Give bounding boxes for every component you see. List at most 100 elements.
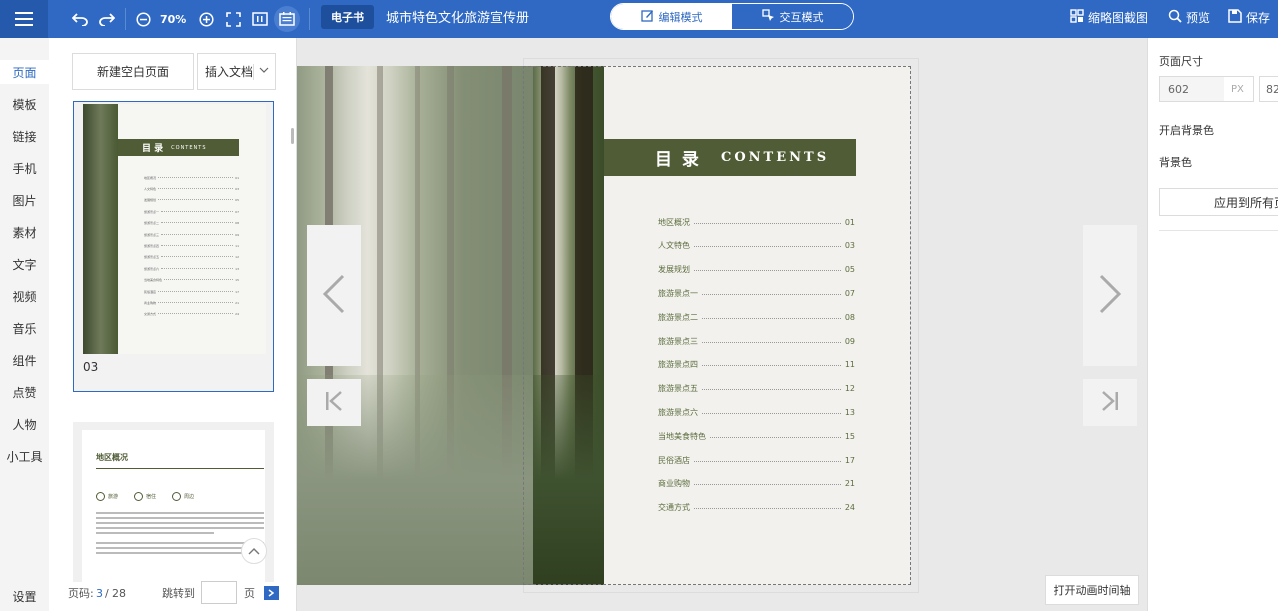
- toc-entry-title: 旅游景点六: [658, 407, 698, 417]
- toc-entry-title: 发展规划: [658, 265, 690, 275]
- chevron-down-icon: [259, 64, 269, 78]
- page-width-input[interactable]: 602 PX: [1159, 76, 1254, 102]
- left-sidebar: 页面 模板 链接 手机 图片 素材 文字 视频 音乐 组件 点赞 人物 小工具 …: [0, 38, 49, 611]
- toc-entry-page: 21: [844, 479, 855, 489]
- sidebar-item-templates[interactable]: 模板: [0, 92, 49, 116]
- thumbnail-toc-page: 17: [235, 289, 239, 294]
- toc-entry-title: 地区概况: [658, 217, 690, 227]
- toc-entry[interactable]: 旅游景点二 08: [658, 311, 855, 323]
- pager-total: 28: [112, 586, 126, 600]
- sidebar-item-phone[interactable]: 手机: [0, 156, 49, 180]
- toc-entry[interactable]: 发展规划 05: [658, 264, 855, 276]
- sidebar-item-components[interactable]: 组件: [0, 348, 49, 372]
- toc-entry-title: 旅游景点一: [658, 288, 698, 298]
- apply-to-all-pages-button[interactable]: 应用到所有页: [1159, 188, 1278, 216]
- jump-label: 跳转到: [162, 587, 195, 600]
- edit-mode-button[interactable]: 编辑模式: [611, 4, 732, 29]
- document-title[interactable]: 城市特色文化旅游宣传册: [386, 8, 529, 26]
- toc-entry-leader: [702, 317, 841, 319]
- sidebar-item-pages[interactable]: 页面: [0, 60, 49, 84]
- bg-color-label: 背景色: [1159, 156, 1192, 169]
- thumbnail-screenshot-button[interactable]: 缩略图截图: [1070, 8, 1148, 26]
- thumbnail-tag: 周边: [172, 492, 194, 501]
- jump-page-input[interactable]: [201, 581, 237, 604]
- toc-entry[interactable]: 旅游景点六 13: [658, 406, 855, 418]
- page-width-unit: PX: [1231, 83, 1244, 95]
- sidebar-item-music[interactable]: 音乐: [0, 316, 49, 340]
- page-thumbnail-03[interactable]: 目 录 CONTENTS 地区概况 01 人文特色 03 发展规划 05 旅游景点一 07 旅游…: [73, 101, 274, 392]
- toc-entry-leader: [702, 293, 841, 295]
- zoom-out-icon[interactable]: [133, 9, 153, 29]
- thumbnail-toc-title: 旅游景点二: [144, 221, 160, 226]
- thumbnail-toc-title: 人文特色: [144, 187, 157, 192]
- thumbnail-heading-cn: 目 录: [142, 144, 164, 154]
- sidebar-item-images[interactable]: 图片: [0, 188, 49, 212]
- thumbnail-toc-entry: 民俗酒店 17: [144, 286, 239, 297]
- interactive-mode-label: 交互模式: [779, 10, 824, 24]
- jump-go-button[interactable]: [264, 586, 279, 600]
- single-page-icon[interactable]: [274, 6, 300, 32]
- toc-entry-leader: [702, 412, 841, 414]
- sidebar-item-people[interactable]: 人物: [0, 412, 49, 436]
- sidebar-item-text[interactable]: 文字: [0, 252, 49, 276]
- insert-document-select[interactable]: 插入文档: [197, 53, 276, 90]
- sidebar-item-links[interactable]: 链接: [0, 124, 49, 148]
- properties-panel: 页面尺寸 602 PX 82 开启背景色 背景色 应用到所有页: [1147, 38, 1278, 611]
- edit-mode-label: 编辑模式: [658, 10, 703, 24]
- open-animation-timeline-button[interactable]: 打开动画时间轴: [1045, 575, 1139, 605]
- first-page-button[interactable]: [307, 379, 361, 426]
- thumbnail-toc-band: 目 录 CONTENTS: [118, 139, 239, 156]
- panel-scrollbar[interactable]: [291, 128, 294, 144]
- page-thumbnail-04[interactable]: 地区概况 旅游 宿住 周边: [73, 422, 274, 582]
- toc-entry-leader: [694, 222, 841, 224]
- thumbnail-tags: 旅游 宿住 周边: [96, 492, 194, 501]
- thumbnail-toc-entry: 人文特色 03: [144, 183, 239, 194]
- new-blank-page-button[interactable]: 新建空白页面: [72, 53, 194, 90]
- thumbnail-toc-leader: [164, 279, 234, 281]
- preview-label: 预览: [1186, 10, 1211, 25]
- contents-heading-band[interactable]: 目 录 CONTENTS: [604, 139, 856, 176]
- sidebar-item-assets[interactable]: 素材: [0, 220, 49, 244]
- toc-entry[interactable]: 交通方式 24: [658, 502, 855, 514]
- fullscreen-icon[interactable]: [223, 9, 243, 29]
- toc-entry-leader: [710, 436, 841, 438]
- hamburger-menu-icon[interactable]: [0, 0, 48, 38]
- contents-heading-en: CONTENTS: [721, 150, 830, 165]
- thumbnail-toc-page: 15: [235, 278, 239, 283]
- toolbar-divider: [309, 8, 310, 30]
- sidebar-item-tools[interactable]: 小工具: [0, 444, 49, 468]
- thumbnail-toc-leader: [161, 233, 234, 235]
- thumbnail-toc-page: 03: [235, 187, 239, 192]
- fit-page-icon[interactable]: [250, 9, 270, 29]
- toc-entry[interactable]: 商业购物 21: [658, 478, 855, 490]
- page-size-label: 页面尺寸: [1159, 55, 1203, 68]
- preview-button[interactable]: 预览: [1168, 8, 1210, 26]
- prev-page-button[interactable]: [307, 225, 361, 366]
- redo-icon[interactable]: [97, 9, 117, 29]
- toc-entry[interactable]: 旅游景点一 07: [658, 287, 855, 299]
- toc-entry[interactable]: 人文特色 03: [658, 240, 855, 252]
- zoom-in-icon[interactable]: [196, 9, 216, 29]
- next-page-button[interactable]: [1083, 225, 1137, 366]
- toc-entry-leader: [694, 460, 841, 462]
- sidebar-item-video[interactable]: 视频: [0, 284, 49, 308]
- page-height-input[interactable]: 82: [1259, 76, 1278, 102]
- interactive-mode-button[interactable]: 交互模式: [732, 4, 853, 29]
- toc-entry[interactable]: 旅游景点五 12: [658, 383, 855, 395]
- toc-entry[interactable]: 旅游景点四 11: [658, 359, 855, 371]
- toc-entry-leader: [702, 365, 841, 367]
- toc-entry[interactable]: 旅游景点三 09: [658, 335, 855, 347]
- toc-entry[interactable]: 民俗酒店 17: [658, 454, 855, 466]
- sidebar-item-settings[interactable]: 设置: [0, 584, 49, 608]
- toc-entry[interactable]: 地区概况 01: [658, 216, 855, 228]
- toc-entry[interactable]: 当地美食特色 15: [658, 430, 855, 442]
- save-button[interactable]: 保存: [1228, 8, 1270, 26]
- last-page-button[interactable]: [1083, 379, 1137, 426]
- scroll-to-top-button[interactable]: [241, 538, 267, 564]
- sidebar-item-likes[interactable]: 点赞: [0, 380, 49, 404]
- thumbnail-toc-entry: 旅游景点五 12: [144, 252, 239, 263]
- toc-entry-leader: [702, 389, 841, 391]
- undo-icon[interactable]: [70, 9, 90, 29]
- toc-entry-page: 12: [844, 384, 855, 394]
- thumbnail-toc-title: 旅游景点三: [144, 232, 160, 237]
